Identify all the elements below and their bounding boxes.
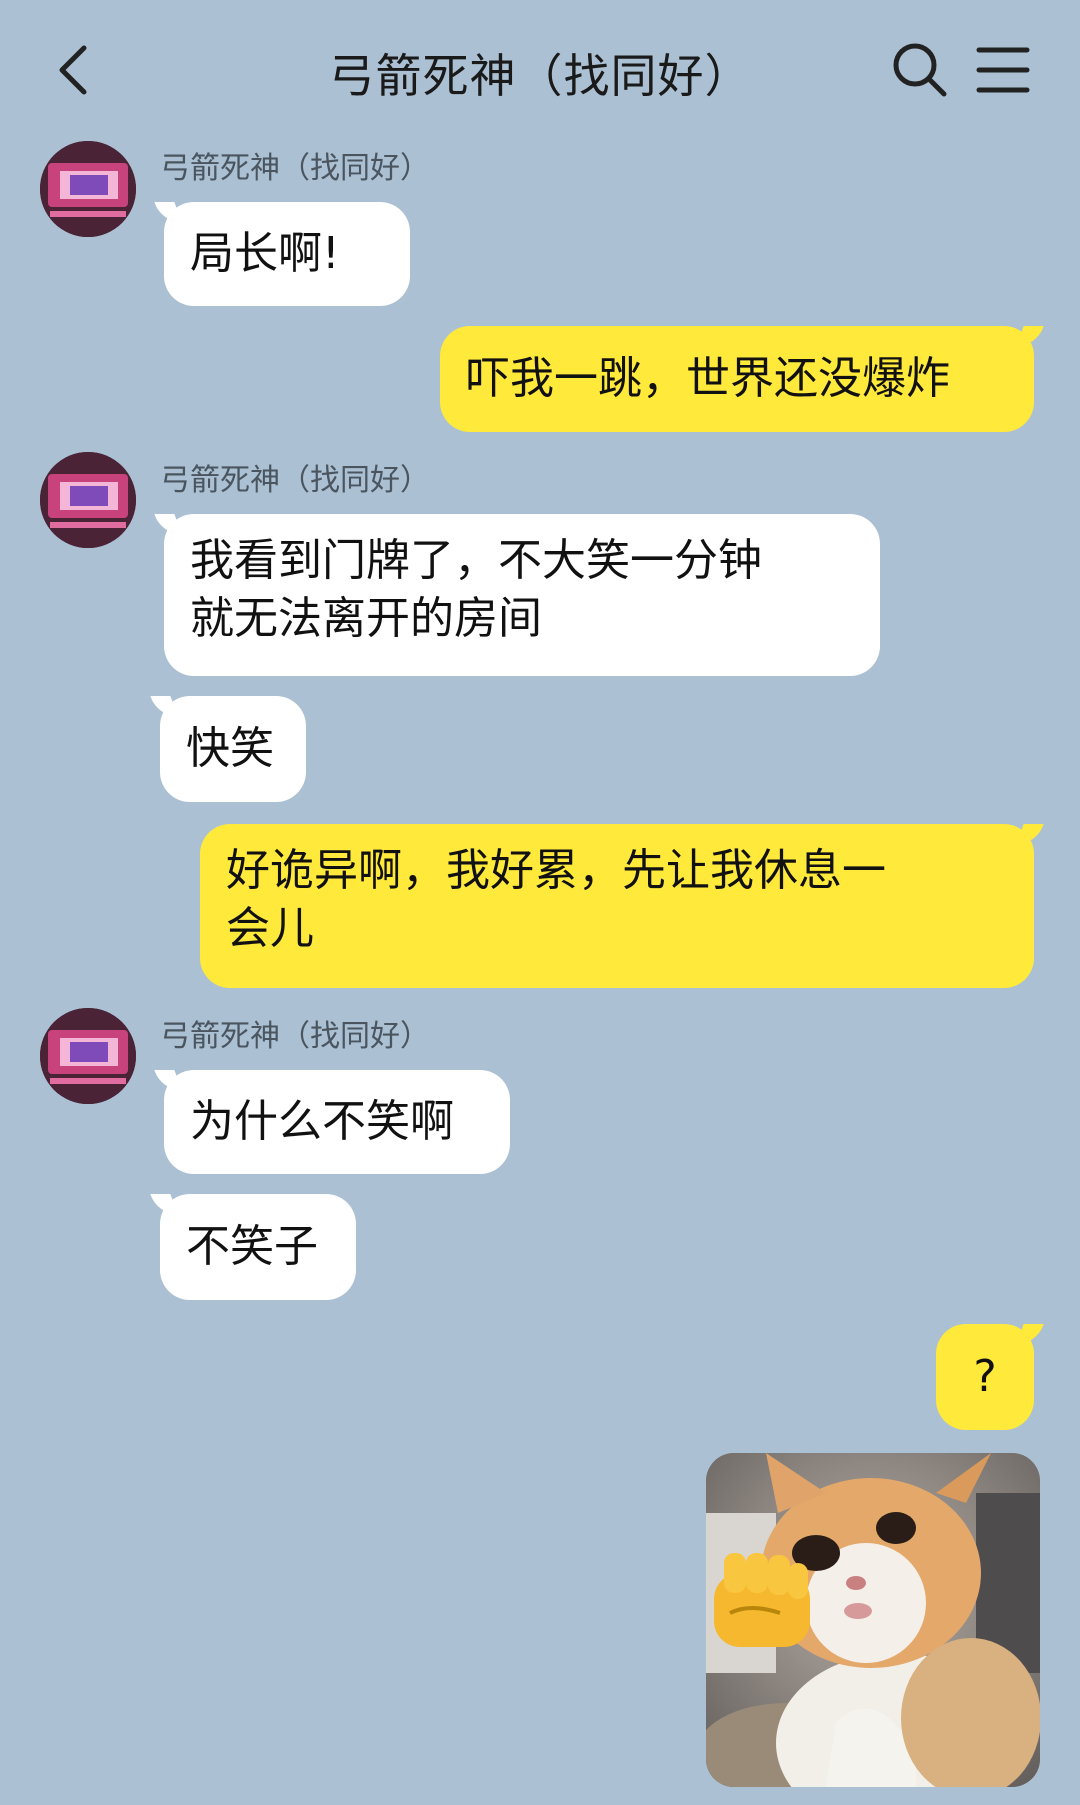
sender-name: 弓箭死神（找同好） [160,151,430,186]
message-bubble-outgoing[interactable]: 好诡异啊，我好累，先让我休息一 会儿 [200,824,1034,988]
avatar[interactable] [40,141,136,237]
message-text: ? [973,1351,997,1402]
message-text: 为什么不笑啊 [190,1096,454,1147]
avatar-image [40,1008,136,1104]
avatar-image [40,452,136,548]
search-icon [893,43,947,97]
message-bubble-incoming[interactable]: 我看到门牌了，不大笑一分钟 就无法离开的房间 [164,514,880,676]
message-bubble-incoming[interactable]: 快笑 [160,696,306,802]
message-text-line: 就无法离开的房间 [190,593,542,644]
cat-sticker-image[interactable] [706,1453,1040,1787]
menu-icon [976,47,1030,93]
message-text-line: 会儿 [226,903,314,954]
message-bubble-outgoing[interactable]: 吓我一跳，世界还没爆炸 [440,326,1034,432]
message-text: 局长啊! [190,228,340,279]
avatar-image [40,141,136,237]
message-text: 快笑 [186,723,274,774]
message-text: 不笑子 [186,1221,318,1272]
message-bubble-incoming[interactable]: 为什么不笑啊 [164,1070,510,1174]
message-bubble-incoming[interactable]: 局长啊! [164,202,410,306]
cat-fist-sticker [706,1453,1040,1787]
sender-name: 弓箭死神（找同好） [160,1019,430,1054]
menu-button[interactable] [975,42,1031,98]
message-bubble-incoming[interactable]: 不笑子 [160,1194,356,1300]
message-text-line: 我看到门牌了，不大笑一分钟 [190,535,762,586]
message-text: 吓我一跳，世界还没爆炸 [466,353,950,404]
chat-header: 弓箭死神（找同好） [0,0,1080,140]
avatar[interactable] [40,452,136,548]
message-text-line: 好诡异啊，我好累，先让我休息一 [226,845,886,896]
search-button[interactable] [890,40,950,100]
message-bubble-outgoing[interactable]: ? [936,1324,1034,1430]
avatar[interactable] [40,1008,136,1104]
sender-name: 弓箭死神（找同好） [160,463,430,498]
